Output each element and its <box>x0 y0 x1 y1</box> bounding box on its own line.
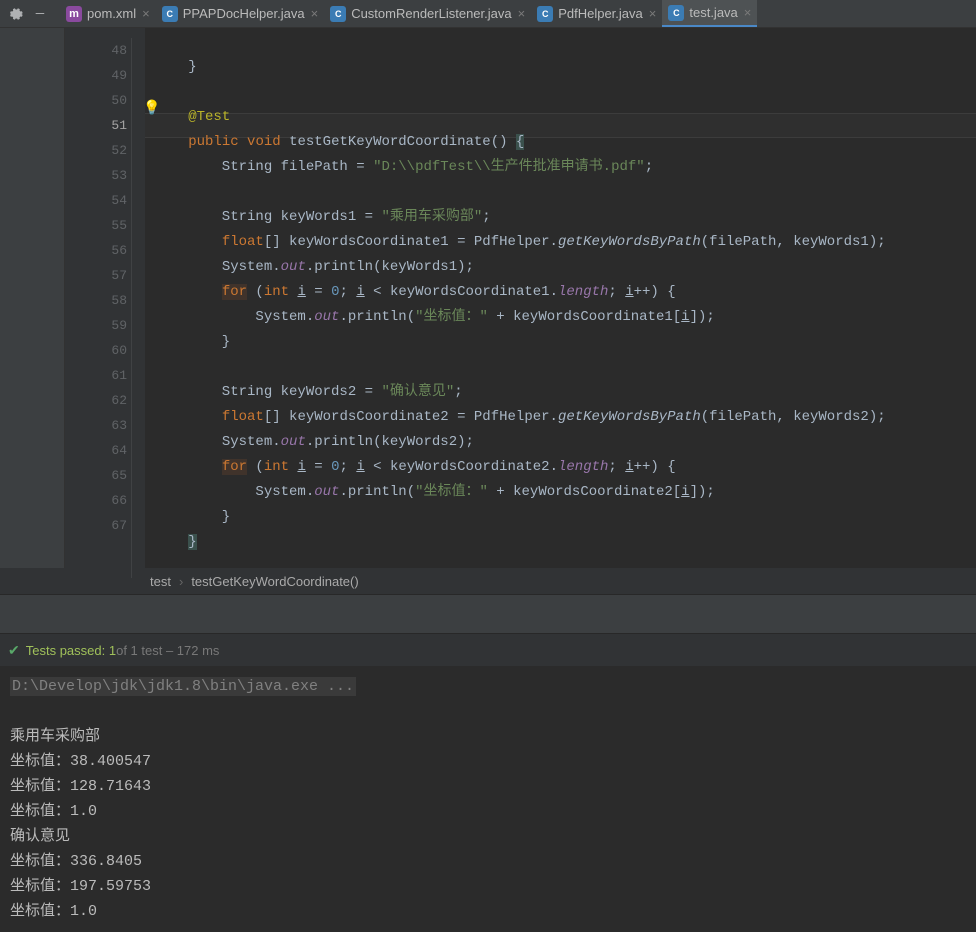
tab-label: test.java <box>689 5 737 20</box>
console-line <box>10 699 966 724</box>
java-class-icon: C <box>537 6 553 22</box>
check-icon: ✔ <box>8 642 20 659</box>
console-output[interactable]: D:\Develop\jdk\jdk1.8\bin\java.exe ... 乘… <box>0 666 976 932</box>
code-line: float[] keyWordsCoordinate1 = PdfHelper.… <box>145 230 976 255</box>
tests-summary: of 1 test – 172 ms <box>116 643 219 658</box>
left-panel <box>0 28 65 568</box>
java-class-icon: C <box>668 5 684 21</box>
code-line: } <box>145 505 976 530</box>
console-line: 坐标值：336.8405 <box>10 849 966 874</box>
gear-icon[interactable] <box>4 2 28 26</box>
console-line: 坐标值：197.59753 <box>10 874 966 899</box>
test-result-bar: ✔ Tests passed: 1 of 1 test – 172 ms <box>0 634 976 666</box>
code-line: } <box>145 530 976 555</box>
close-icon[interactable]: × <box>311 6 319 21</box>
tab-pom[interactable]: m pom.xml × <box>60 0 156 27</box>
tab-bar: m pom.xml × C PPAPDocHelper.java × C CustomRe… <box>60 0 972 27</box>
tab-test[interactable]: Ctest.java × <box>662 0 757 27</box>
chevron-right-icon: › <box>179 574 183 589</box>
console-line: 乘用车采购部 <box>10 724 966 749</box>
tab-pdfhelper[interactable]: C PdfHelper.java × <box>531 0 662 27</box>
java-class-icon: C <box>162 6 178 22</box>
code-line: } <box>145 55 976 80</box>
java-class-icon: C <box>330 6 346 22</box>
console-line: 坐标值：128.71643 <box>10 774 966 799</box>
toolbar: — m pom.xml × C PPAPDocHelper.java × C Custom… <box>0 0 976 28</box>
console-line: 坐标值：1.0 <box>10 799 966 824</box>
tab-label: PPAPDocHelper.java <box>183 6 305 21</box>
console-line: 坐标值：38.400547 <box>10 749 966 774</box>
tab-label: pom.xml <box>87 6 136 21</box>
console-line: 坐标值：1.0 <box>10 899 966 924</box>
code-line: System.out.println(keyWords2); <box>145 430 976 455</box>
code-line: System.out.println("坐标值：" + keyWordsCoor… <box>145 305 976 330</box>
code-line <box>145 180 976 205</box>
code-line: } <box>145 330 976 355</box>
code-line <box>145 355 976 380</box>
close-icon[interactable]: × <box>649 6 657 21</box>
breadcrumb-class[interactable]: test <box>150 574 171 589</box>
tests-passed-label: Tests passed: 1 <box>26 643 116 658</box>
breadcrumb[interactable]: test › testGetKeyWordCoordinate() <box>0 568 976 594</box>
code-line: System.out.println("坐标值：" + keyWordsCoor… <box>145 480 976 505</box>
tab-custom[interactable]: C CustomRenderListener.java × <box>324 0 531 27</box>
code-line: String keyWords2 = "确认意见"; <box>145 380 976 405</box>
editor-area: 48 49 50 51 52 53 54 55 56 57 58 59 60 6… <box>0 28 976 568</box>
code-line: String filePath = "D:\\pdfTest\\生产件批准申请书… <box>145 155 976 180</box>
maven-icon: m <box>66 6 82 22</box>
code-line: public void testGetKeyWordCoordinate() { <box>145 130 976 155</box>
close-icon[interactable]: × <box>518 6 526 21</box>
minimize-icon[interactable]: — <box>28 2 52 26</box>
code-line: String keyWords1 = "乘用车采购部"; <box>145 205 976 230</box>
code-line <box>145 80 976 105</box>
fold-column[interactable] <box>131 38 145 578</box>
line-gutter[interactable]: 48 49 50 51 52 53 54 55 56 57 58 59 60 6… <box>65 28 145 568</box>
tab-ppap[interactable]: C PPAPDocHelper.java × <box>156 0 324 27</box>
console-line: 确认意见 <box>10 824 966 849</box>
tool-window-divider[interactable] <box>0 594 976 634</box>
close-icon[interactable]: × <box>744 5 752 20</box>
code-line: for (int i = 0; i < keyWordsCoordinate1.… <box>145 280 976 305</box>
code-editor[interactable]: 💡 } @Test public void testGetKeyWordCoor… <box>145 28 976 568</box>
code-line: System.out.println(keyWords1); <box>145 255 976 280</box>
tab-label: PdfHelper.java <box>558 6 643 21</box>
breadcrumb-method[interactable]: testGetKeyWordCoordinate() <box>191 574 358 589</box>
close-icon[interactable]: × <box>142 6 150 21</box>
tab-label: CustomRenderListener.java <box>351 6 511 21</box>
code-line: for (int i = 0; i < keyWordsCoordinate2.… <box>145 455 976 480</box>
code-line: @Test <box>145 105 976 130</box>
console-exe: D:\Develop\jdk\jdk1.8\bin\java.exe ... <box>10 677 356 696</box>
code-line: float[] keyWordsCoordinate2 = PdfHelper.… <box>145 405 976 430</box>
